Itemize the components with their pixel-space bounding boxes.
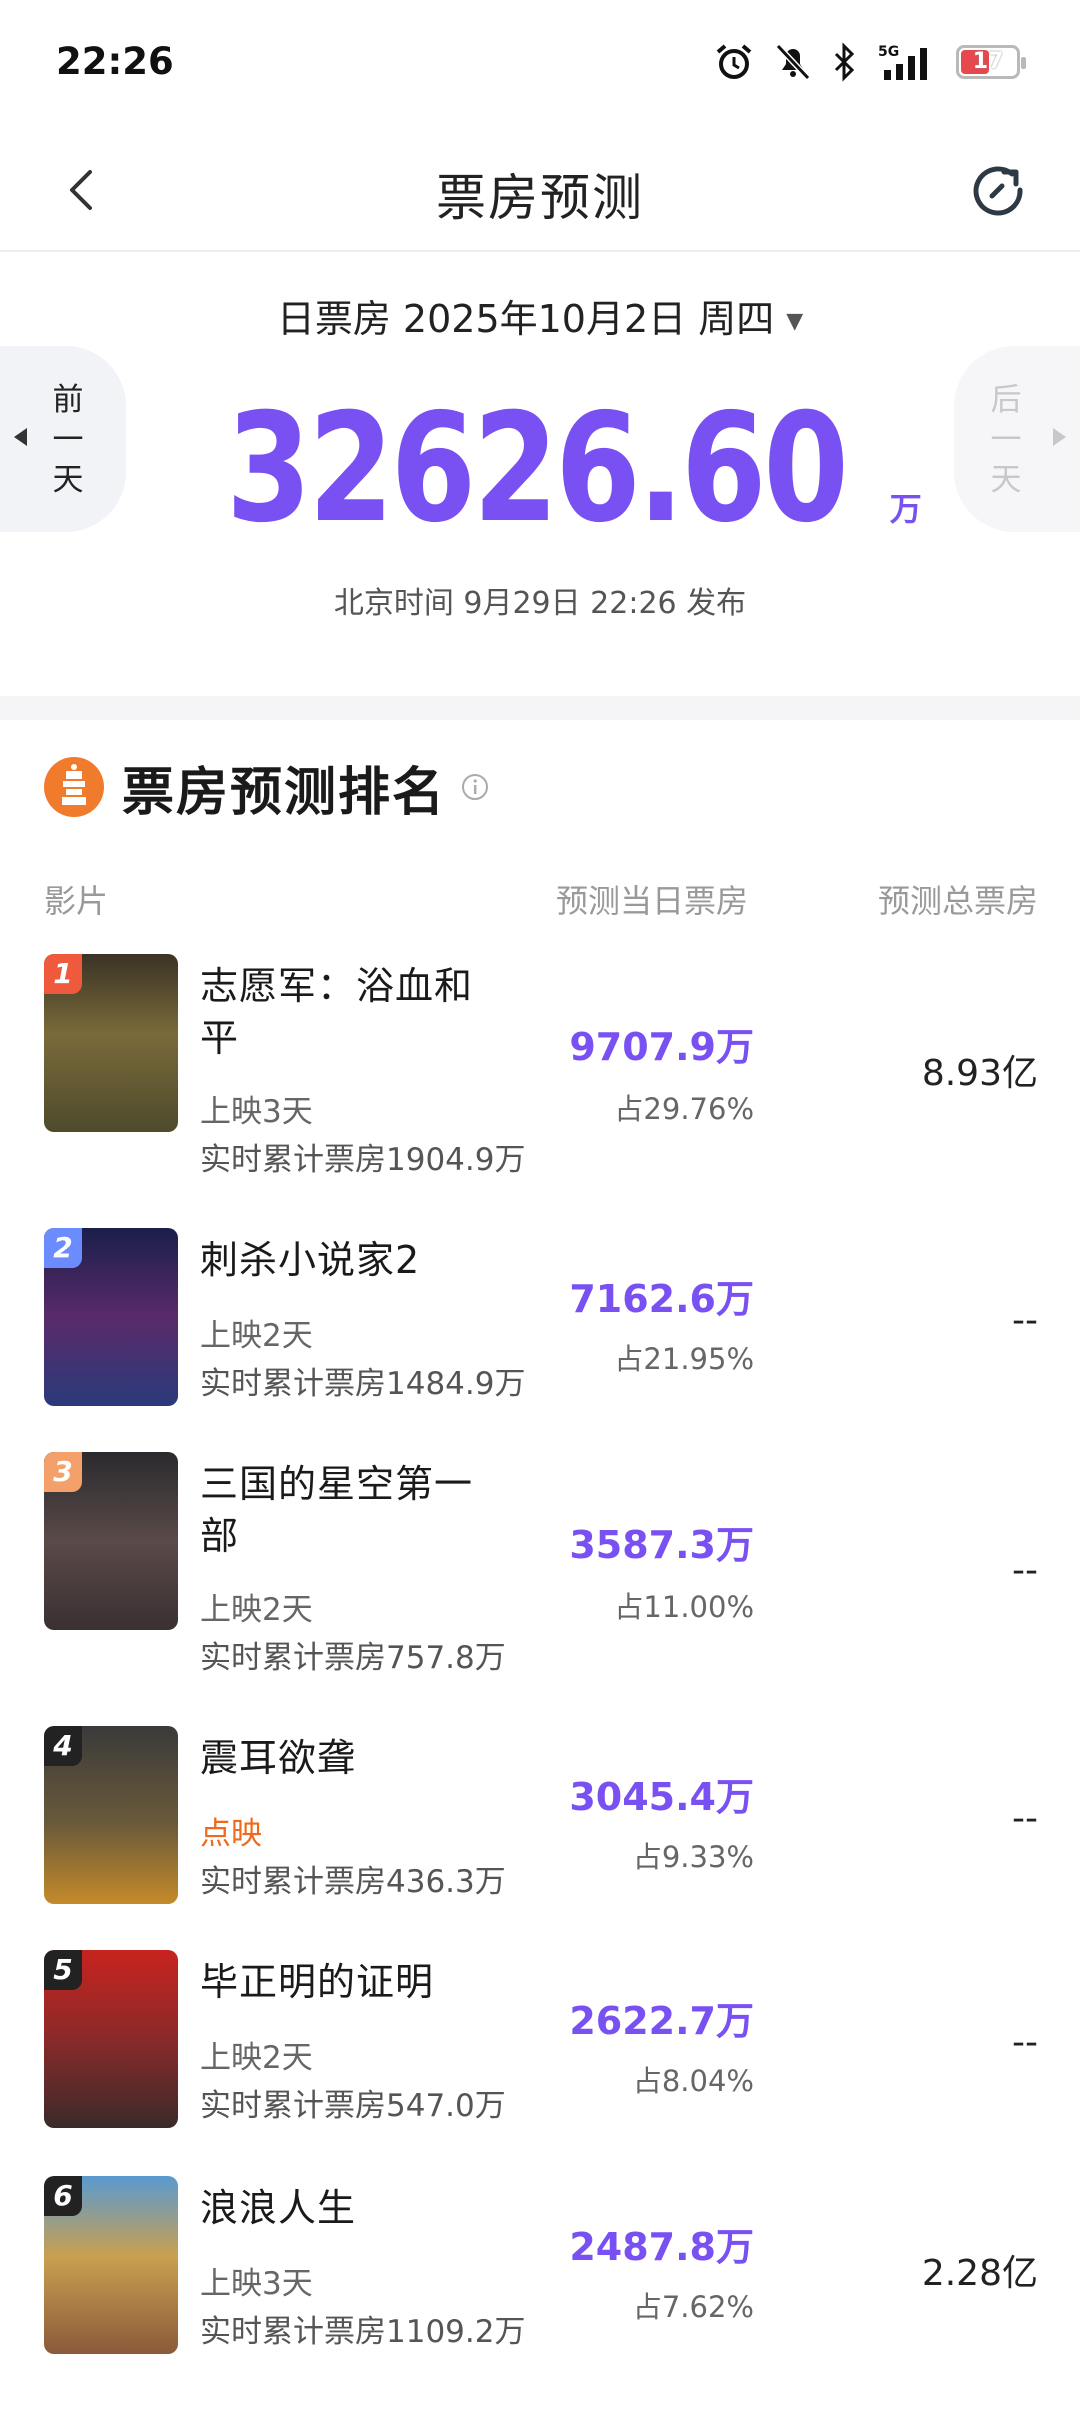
date-label: 日票房 2025年10月2日 周四 (276, 297, 775, 341)
section-divider (0, 696, 1080, 720)
movie-status: 上映2天 (200, 1592, 313, 1628)
daily-box-office: 32626.60 万 (0, 394, 1080, 544)
status-time: 22:26 (56, 40, 174, 83)
movie-cumulative: 实时累计票房1904.9万 (200, 1142, 526, 1178)
movie-status: 上映3天 (200, 1094, 313, 1130)
movie-name: 毕正明的证明 (200, 1960, 435, 2004)
daily-box-office-unit: 万 (889, 490, 922, 528)
daily-box-office-value: 32626.60 (226, 382, 849, 556)
movie-row[interactable]: 1 志愿军：浴血和平 上映3天 实时累计票房1904.9万 9707.9万 占2… (0, 954, 1080, 1180)
movie-cumulative: 实时累计票房757.8万 (200, 1640, 506, 1676)
ranking-logo-icon (44, 757, 104, 817)
refresh-icon[interactable] (968, 160, 1028, 220)
movie-row[interactable]: 4 震耳欲聋 点映 实时累计票房436.3万 3045.4万 占9.33% -- (0, 1726, 1080, 1952)
share-percent: 占11.00% (614, 1590, 754, 1624)
movie-status: 上映2天 (200, 1318, 313, 1354)
bluetooth-icon (832, 42, 856, 82)
movie-row[interactable]: 5 毕正明的证明 上映2天 实时累计票房547.0万 2622.7万 占8.04… (0, 1950, 1080, 2176)
movie-status: 上映2天 (200, 2040, 313, 2076)
col-day-box: 预测当日票房 (555, 882, 748, 920)
rank-badge: 5 (44, 1950, 82, 1990)
movie-status: 点映 (200, 1816, 262, 1852)
total-box-office: -- (1012, 2022, 1038, 2063)
rank-badge: 4 (44, 1726, 82, 1766)
day-box-office: 2487.8万 (569, 2225, 754, 2269)
movie-row[interactable]: 6 浪浪人生 上映3天 实时累计票房1109.2万 2487.8万 占7.62%… (0, 2176, 1080, 2402)
status-bar: 22:26 5G 17 (0, 0, 1080, 128)
movie-poster: 5 (44, 1950, 178, 2128)
movie-cumulative: 实时累计票房436.3万 (200, 1864, 506, 1900)
rank-badge: 1 (44, 954, 82, 994)
movie-status: 上映3天 (200, 2266, 313, 2302)
svg-text:5G: 5G (878, 44, 899, 60)
total-box-office: -- (1012, 1300, 1038, 1341)
movie-name: 刺杀小说家2 (200, 1238, 421, 1282)
total-box-office: -- (1012, 1550, 1038, 1591)
movie-poster: 6 (44, 2176, 178, 2354)
total-box-office: -- (1012, 1798, 1038, 1839)
column-headers: 影片 预测当日票房 预测总票房 (44, 876, 1038, 926)
movie-poster: 2 (44, 1228, 178, 1406)
movie-name: 震耳欲聋 (200, 1736, 357, 1780)
status-icons: 5G 17 (714, 42, 1026, 82)
share-percent: 占7.62% (632, 2290, 754, 2324)
ranking-title: 票房预测排名 (122, 762, 447, 823)
col-total-box: 预测总票房 (877, 882, 1038, 920)
alarm-icon (714, 42, 754, 82)
day-box-office: 3045.4万 (569, 1775, 754, 1819)
movie-name: 三国的星空第一部 (200, 1462, 474, 1558)
battery-icon: 17 (956, 45, 1026, 79)
share-percent: 占29.76% (614, 1092, 754, 1126)
rank-badge: 3 (44, 1452, 82, 1492)
day-box-office: 3587.3万 (569, 1523, 754, 1567)
movie-row[interactable]: 2 刺杀小说家2 上映2天 实时累计票房1484.9万 7162.6万 占21.… (0, 1228, 1080, 1454)
page-title: 票房预测 (436, 169, 644, 227)
movie-cumulative: 实时累计票房1109.2万 (200, 2314, 526, 2350)
movie-poster: 4 (44, 1726, 178, 1904)
rank-badge: 2 (44, 1228, 82, 1268)
day-box-office: 2622.7万 (569, 1999, 754, 2043)
rank-badge: 6 (44, 2176, 82, 2216)
mute-icon (774, 42, 812, 82)
movie-cumulative: 实时累计票房1484.9万 (200, 1366, 526, 1402)
total-box-office: 8.93亿 (921, 1053, 1038, 1094)
total-box-office: 2.28亿 (921, 2253, 1038, 2294)
battery-level: 17 (972, 49, 1004, 74)
date-selector[interactable]: 日票房 2025年10月2日 周四 ▼ (0, 288, 1080, 343)
caret-down-icon: ▼ (786, 309, 804, 334)
nav-bar: 票房预测 (0, 128, 1080, 252)
day-box-office: 9707.9万 (569, 1025, 754, 1069)
ranking-header: 票房预测排名 (44, 752, 490, 823)
movie-name: 浪浪人生 (200, 2186, 357, 2230)
day-box-office: 7162.6万 (569, 1277, 754, 1321)
movie-poster: 3 (44, 1452, 178, 1630)
col-film: 影片 (44, 882, 109, 920)
movie-cumulative: 实时累计票房547.0万 (200, 2088, 506, 2124)
signal-5g-icon: 5G (876, 42, 936, 82)
publish-time: 北京时间 9月29日 22:26 发布 (333, 586, 747, 621)
movie-name: 志愿军：浴血和平 (200, 964, 474, 1060)
share-percent: 占8.04% (632, 2064, 754, 2098)
share-percent: 占21.95% (614, 1342, 754, 1376)
movie-row[interactable]: 3 三国的星空第一部 上映2天 实时累计票房757.8万 3587.3万 占11… (0, 1452, 1080, 1678)
share-percent: 占9.33% (632, 1840, 754, 1874)
movie-poster: 1 (44, 954, 178, 1132)
info-icon[interactable] (460, 772, 490, 802)
